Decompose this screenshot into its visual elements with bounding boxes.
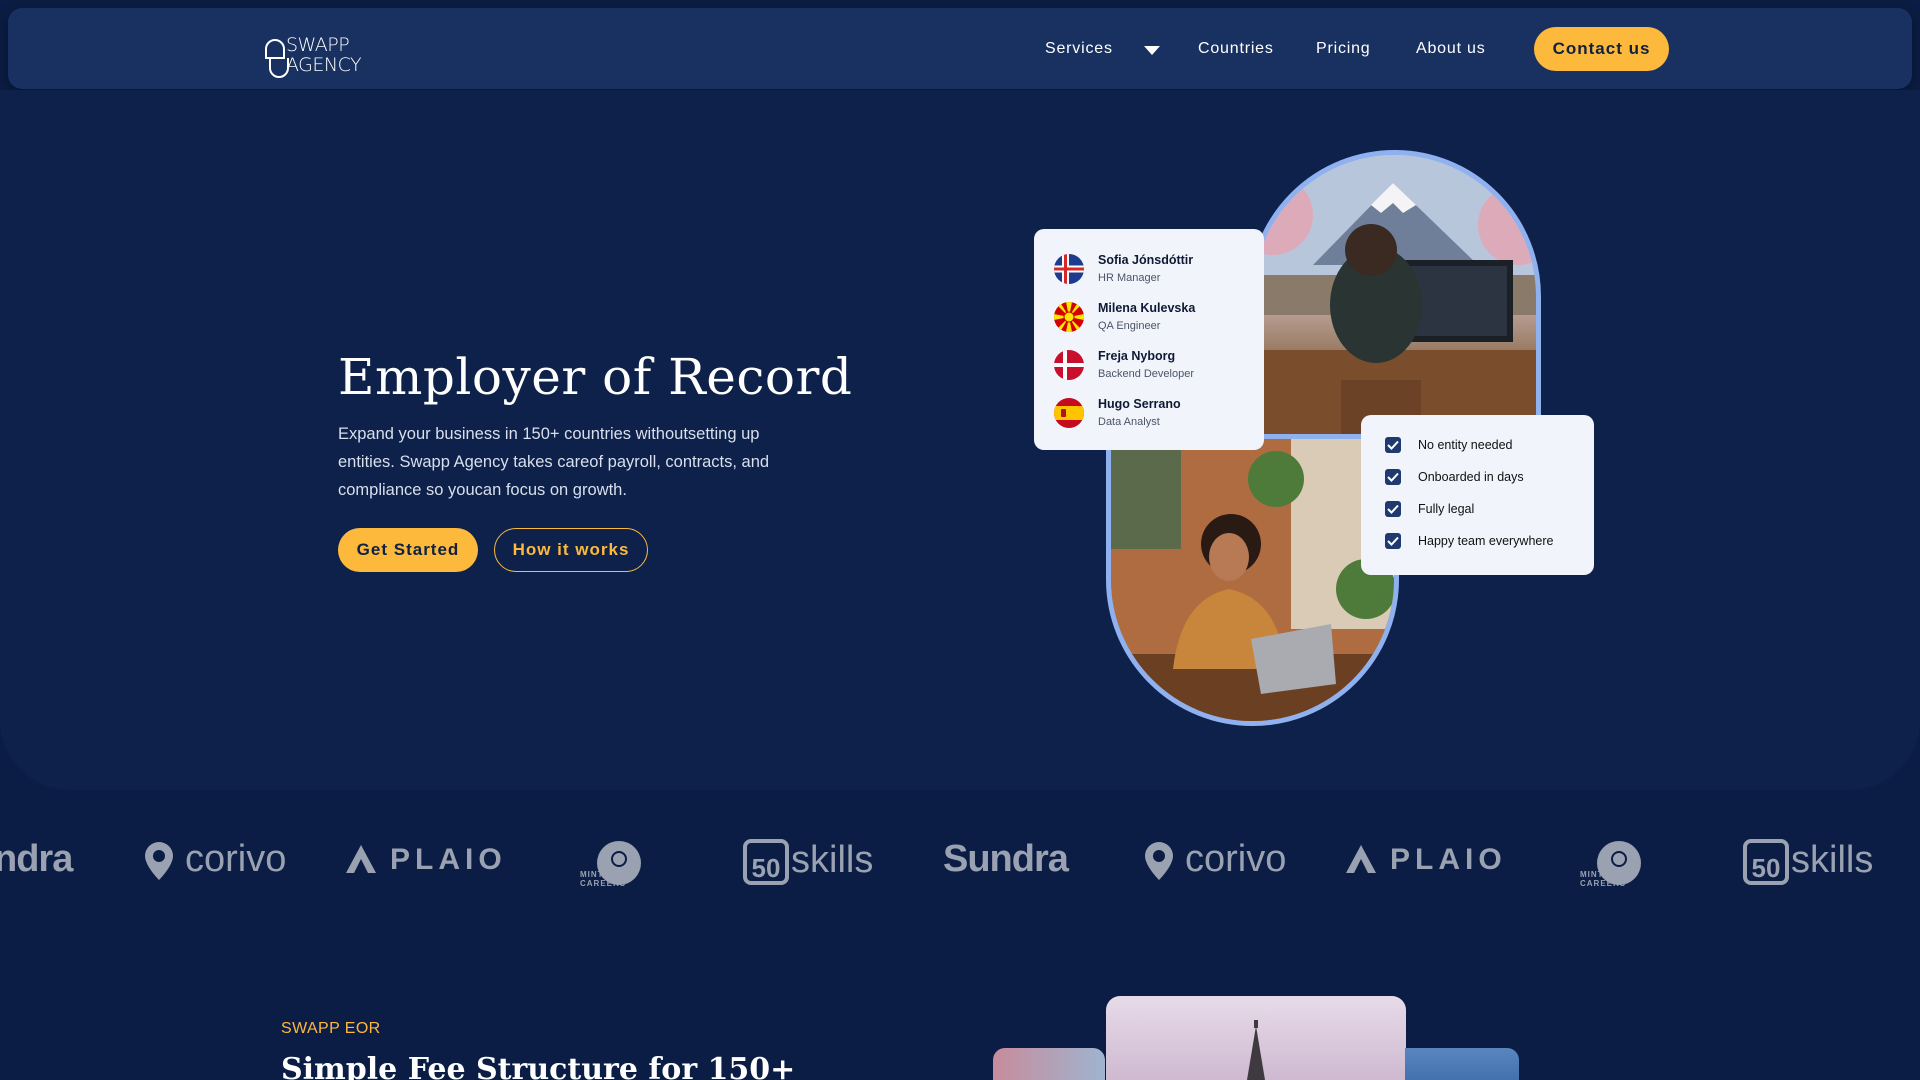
section-title: Simple Fee Structure for 150+ [281,1052,796,1080]
brand-wordmark: skills [1791,839,1874,881]
contact-us-button[interactable]: Contact us [1534,27,1669,71]
checkbox-checked-icon [1385,437,1401,453]
swapp-agency-logo[interactable]: SWAPP AGENCY [264,28,384,80]
team-member-row: Hugo Serrano Data Analyst [1054,395,1264,435]
brand-wordmark: PLAIO [1390,843,1507,876]
nav-countries[interactable]: Countries [1198,40,1274,58]
location-pin-icon [145,842,173,880]
checklist-text: Fully legal [1418,502,1475,516]
member-role: HR Manager [1098,272,1161,284]
nav-about-us[interactable]: About us [1416,40,1486,58]
benefits-checklist-card: No entity needed Onboarded in days Fully… [1361,415,1594,575]
svg-text:50: 50 [1752,853,1781,883]
checkbox-checked-icon [1385,469,1401,485]
team-member-row: Sofia Jónsdóttir HR Manager [1054,251,1264,291]
brand-wordmark: MINT CAREERS [580,870,627,888]
hero-title: Employer of Record [338,348,853,406]
brand-logo-sundra: Sundra [943,838,1069,888]
checklist-item: Onboarded in days [1385,467,1585,487]
team-member-row: Freja Nyborg Backend Developer [1054,347,1264,387]
member-role: Data Analyst [1098,416,1160,428]
nav-services[interactable]: Services [1045,40,1113,58]
city-photo [1405,1048,1519,1080]
checklist-item: Happy team everywhere [1385,531,1585,551]
iceland-flag-icon [1054,254,1084,284]
north-macedonia-flag-icon [1054,302,1084,332]
fifty-square-icon: 50 [743,839,789,885]
brand-wordmark: Sundra [943,838,1069,880]
section-eyebrow: SWAPP EOR [281,1020,381,1037]
brand-wordmark: corivo [1185,838,1287,880]
checkbox-checked-icon [1385,533,1401,549]
member-role: QA Engineer [1098,320,1161,332]
logo-line-2: AGENCY [286,54,362,76]
nav-pricing[interactable]: Pricing [1316,40,1371,58]
get-started-button[interactable]: Get Started [338,528,478,572]
developer-photo [1248,150,1541,446]
brand-wordmark: ndra [0,838,73,880]
hero-section [0,90,1920,790]
checklist-item: Fully legal [1385,499,1585,519]
denmark-flag-icon [1054,350,1084,380]
top-navigation: SWAPP AGENCY Services Countries Pricing … [8,8,1912,89]
member-name: Sofia Jónsdóttir [1098,253,1194,267]
church-spire-illustration [1247,1020,1265,1080]
hero-description: Expand your business in 150+ countries w… [338,425,770,499]
checklist-text: Onboarded in days [1418,470,1524,484]
brand-wordmark: MINT CAREERS [1580,870,1627,888]
svg-text:50: 50 [752,853,781,883]
member-name: Milena Kulevska [1098,301,1196,315]
location-pin-icon [1145,842,1173,880]
plaio-mark-icon [346,845,376,873]
how-it-works-button[interactable]: How it works [494,528,648,572]
brand-wordmark: PLAIO [390,843,507,876]
checkbox-checked-icon [1385,501,1401,517]
brand-wordmark: skills [791,839,874,881]
team-member-row: Milena Kulevska QA Engineer [1054,299,1264,339]
plaio-mark-icon [1346,845,1376,873]
team-members-card: Sofia Jónsdóttir HR Manager Milena Kulev… [1034,229,1264,450]
logo-line-1: SWAPP [286,34,350,56]
remote-worker-photo [1106,434,1399,726]
checklist-text: Happy team everywhere [1418,534,1554,548]
member-name: Hugo Serrano [1098,397,1181,411]
fifty-square-icon: 50 [1743,839,1789,885]
cathedral-photo [1106,996,1406,1080]
laptop-worker-illustration [1111,439,1394,721]
cherry-blossom-photo [993,1048,1105,1080]
checklist-item: No entity needed [1385,435,1585,455]
brand-logo-sundra: ndra [0,838,73,888]
checklist-text: No entity needed [1418,438,1513,452]
member-name: Freja Nyborg [1098,349,1176,363]
brand-wordmark: corivo [185,838,287,880]
chevron-down-icon[interactable] [1144,46,1160,55]
spain-flag-icon [1054,398,1084,428]
member-role: Backend Developer [1098,368,1195,380]
mountain-workspace-illustration [1253,155,1536,441]
